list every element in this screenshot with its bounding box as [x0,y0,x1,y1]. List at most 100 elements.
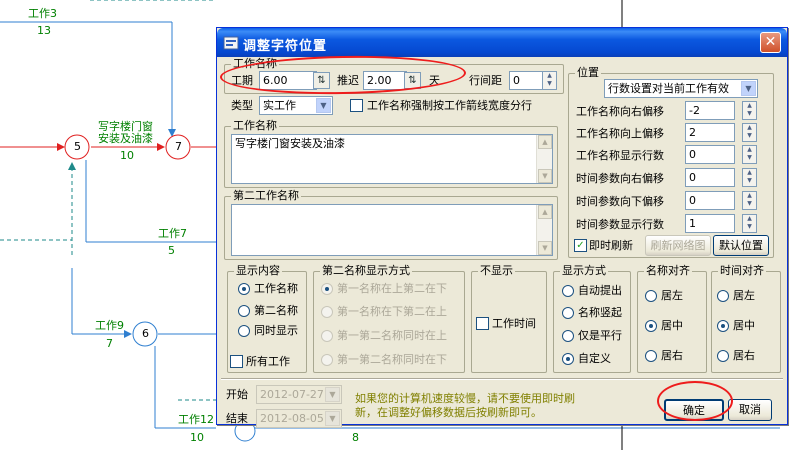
instant-refresh-checkbox[interactable]: ✓ [574,239,587,252]
start-date-value: 2012-07-27 [260,388,324,401]
force-split-checkbox[interactable] [350,99,363,112]
second-name-textarea[interactable]: ▲ ▼ [231,204,553,256]
all-work-checkbox[interactable] [230,355,243,368]
end-label: 结束 [226,412,248,425]
radio-first-above[interactable] [321,283,333,295]
type-select[interactable]: 实工作 ▼ [259,96,333,115]
radio-first-below[interactable] [321,306,333,318]
performance-note-line2: 新，在调整好偏移数据后按刷新即可。 [355,406,542,419]
time-down-input[interactable]: 0 [685,191,735,210]
default-position-button[interactable]: 默认位置 [713,235,769,256]
second-name-scrollbar[interactable]: ▲ ▼ [536,205,552,255]
radio-work-name[interactable] [238,283,250,295]
label-work9: 工作9 [95,319,124,332]
option-parallel-only: 仅是平行 [578,329,622,342]
second-name-title: 第二工作名称 [231,189,301,202]
option-first-below: 第一名称在下第二在上 [337,305,447,318]
refresh-diagram-button[interactable]: 刷新网络图 [645,235,711,256]
time-right-label: 时间参数向右偏移 [576,172,664,185]
work-name-text-title: 工作名称 [231,119,279,132]
time-rows-input[interactable]: 1 [685,214,735,233]
time-rows-spinner[interactable]: ▲ ▼ [742,214,757,233]
label-node7: 7 [175,140,182,153]
radio-both-below[interactable] [321,354,333,366]
offset-right-spinner[interactable]: ▲ ▼ [742,101,757,120]
work-name-scrollbar[interactable]: ▲ ▼ [536,135,552,183]
radio-second-name[interactable] [238,305,250,317]
label-8: 8 [352,431,359,444]
option-name-vertical: 名称竖起 [578,306,622,319]
radio-name-left[interactable] [645,290,657,302]
type-label: 类型 [231,99,253,112]
work-name-textarea[interactable]: 写字楼门窗安装及油漆 ▲ ▼ [231,134,553,184]
scroll-up-icon[interactable]: ▲ [538,135,552,149]
performance-note-line1: 如果您的计算机速度较慢，请不要使用即时刷 [355,392,575,405]
radio-both-above[interactable] [321,330,333,342]
offset-up-spinner[interactable]: ▲ ▼ [742,123,757,142]
name-rows-input[interactable]: 0 [685,145,735,164]
radio-time-right[interactable] [717,350,729,362]
start-date-select[interactable]: 2012-07-27 ▼ [256,385,342,404]
scope-select-value: 行数设置对当前工作有效 [608,82,729,95]
scroll-up-icon[interactable]: ▲ [538,205,552,219]
hide-group-title: 不显示 [478,264,515,277]
offset-up-input[interactable]: 2 [685,123,735,142]
name-align-title: 名称对齐 [644,264,692,277]
chevron-down-icon[interactable]: ▼ [325,411,340,426]
option-time-center: 居中 [733,319,755,332]
radio-parallel-only[interactable] [562,330,574,342]
option-second-name: 第二名称 [254,304,298,317]
time-down-label: 时间参数向下偏移 [576,195,664,208]
end-date-select[interactable]: 2012-08-05 ▼ [256,409,342,428]
radio-name-right[interactable] [645,350,657,362]
scope-select[interactable]: 行数设置对当前工作有效 ▼ [604,79,758,98]
option-both-above: 第一第二名称同时在上 [337,329,447,342]
scroll-down-icon[interactable]: ▼ [538,169,552,183]
chevron-down-icon[interactable]: ▼ [741,81,756,96]
label-13: 13 [37,24,51,37]
title-bar[interactable]: 调整字符位置 ✕ [217,28,787,57]
work-name-text: 写字楼门窗安装及油漆 [235,137,345,150]
chevron-down-icon[interactable]: ▼ [316,98,331,113]
annotation-circle-ok [657,381,733,421]
option-name-center: 居中 [661,319,683,332]
label-work7: 工作7 [158,227,187,240]
end-date-value: 2012-08-05 [260,412,324,425]
offset-up-label: 工作名称向上偏移 [576,127,664,140]
start-label: 开始 [226,388,248,401]
radio-name-center[interactable] [645,320,657,332]
row-gap-spinner[interactable]: ▲ ▼ [542,71,557,90]
option-both-below: 第一第二名称同时在下 [337,353,447,366]
option-first-above: 第一名称在上第二在下 [337,282,447,295]
second-name-mode-title: 第二名称显示方式 [320,264,412,277]
cancel-button[interactable]: 取消 [728,399,772,421]
dialog-title: 调整字符位置 [243,39,328,54]
radio-show-both[interactable] [238,325,250,337]
all-work-label: 所有工作 [246,355,290,368]
time-right-spinner[interactable]: ▲ ▼ [742,168,757,187]
radio-auto-extract[interactable] [562,285,574,297]
app-icon [223,36,239,50]
time-down-spinner[interactable]: ▲ ▼ [742,191,757,210]
option-custom: 自定义 [578,352,611,365]
option-time-right: 居右 [733,349,755,362]
time-align-title: 时间对齐 [718,264,766,277]
row-gap-input[interactable]: 0 [509,71,543,90]
label-node5: 5 [74,140,81,153]
display-mode-title: 显示方式 [560,264,608,277]
work-time-checkbox[interactable] [476,317,489,330]
chevron-down-icon[interactable]: ▼ [325,387,340,402]
label-10b: 10 [190,431,204,444]
close-button[interactable]: ✕ [760,32,781,53]
row-gap-label: 行间距 [469,74,502,87]
radio-time-left[interactable] [717,290,729,302]
radio-time-center[interactable] [717,320,729,332]
time-right-input[interactable]: 0 [685,168,735,187]
radio-custom[interactable] [562,353,574,365]
label-10a: 10 [120,149,134,162]
radio-name-vertical[interactable] [562,307,574,319]
scroll-down-icon[interactable]: ▼ [538,241,552,255]
name-rows-spinner[interactable]: ▲ ▼ [742,145,757,164]
close-icon: ✕ [764,34,777,50]
offset-right-input[interactable]: -2 [685,101,735,120]
